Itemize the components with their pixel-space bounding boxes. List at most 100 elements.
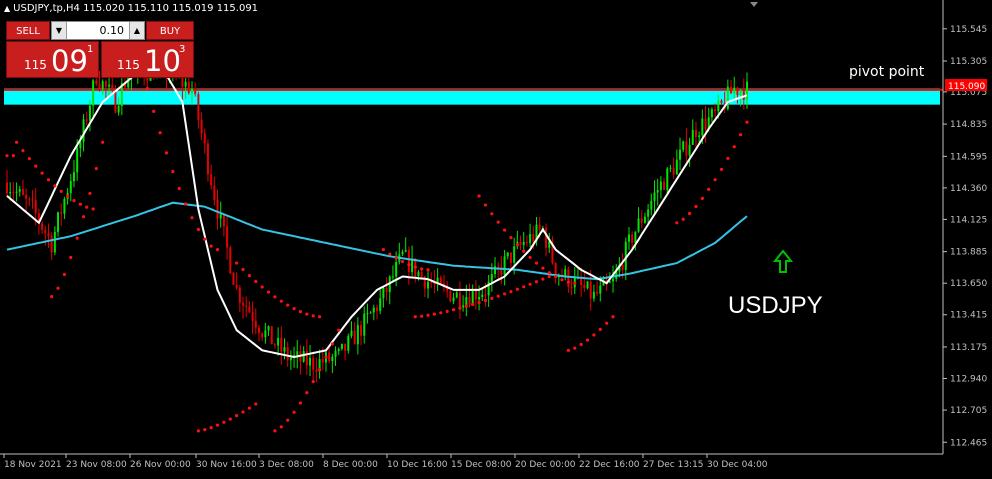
buy-button[interactable]: BUY [146, 21, 194, 40]
sar-dot [241, 410, 245, 414]
candle-body [484, 294, 487, 296]
sell-price-box[interactable]: 115 09 1 [6, 41, 99, 78]
sar-dot [11, 154, 15, 158]
sar-dot [496, 294, 500, 298]
sar-dot [317, 315, 322, 319]
sar-dot [726, 156, 730, 160]
candle-body [47, 233, 50, 237]
sar-dot [464, 304, 468, 308]
sar-dot [451, 308, 456, 312]
sar-dot [46, 178, 51, 182]
x-tick-label: 30 Dec 04:00 [707, 460, 768, 470]
sar-dot [152, 109, 156, 113]
sar-dot [515, 287, 519, 291]
candle-body [465, 297, 468, 306]
candle-body [637, 218, 640, 232]
candle-body [672, 167, 675, 175]
candle-body [34, 200, 37, 214]
resistance-zone-layer [4, 88, 943, 105]
candle-body [714, 109, 717, 112]
buy-price-box[interactable]: 115 10 3 [101, 41, 194, 78]
sar-dot [247, 406, 252, 410]
candle-body [439, 277, 442, 284]
candle-body [337, 348, 340, 351]
sar-dot [707, 187, 711, 192]
candle-body [69, 181, 72, 194]
triangle-icon[interactable]: ▲ [4, 4, 10, 13]
x-tick-label: 3 Dec 08:00 [259, 460, 314, 470]
candle-body [420, 271, 423, 277]
sar-dot [381, 248, 385, 252]
sar-dot [158, 131, 162, 135]
candle-body [146, 77, 149, 81]
volume-up-icon[interactable]: ▲ [129, 22, 144, 39]
candle-body [117, 105, 120, 113]
candle-body [360, 325, 363, 336]
sar-dot [254, 279, 258, 284]
candle-body [694, 129, 697, 138]
sar-dot [34, 164, 38, 168]
sar-dot [305, 312, 309, 316]
sar-dot [496, 220, 500, 224]
candle-body [251, 312, 254, 321]
sar-dot [279, 425, 283, 429]
sar-dot [554, 274, 558, 279]
sell-button[interactable]: SELL [6, 21, 50, 40]
sar-dot [534, 280, 539, 284]
sar-dot [298, 401, 303, 405]
candle-body [385, 287, 388, 292]
candle-body [452, 297, 455, 302]
candle-body [564, 269, 567, 277]
candle-body [691, 129, 694, 145]
volume-input[interactable]: 0.10 [68, 22, 128, 39]
sar-dot [72, 199, 76, 203]
candle-body [659, 181, 662, 191]
sar-dot [5, 154, 9, 158]
sar-dot [190, 216, 194, 220]
x-tick-label: 27 Dec 13:15 [643, 460, 704, 470]
candle-body [85, 119, 88, 121]
candle-body [273, 344, 276, 346]
candle-body [471, 290, 474, 305]
sar-dot [432, 312, 437, 316]
x-tick-label: 26 Nov 00:00 [130, 460, 191, 470]
candle-body [248, 306, 251, 313]
candle-body [28, 198, 31, 200]
volume-stepper[interactable]: ▼ 0.10 ▲ [51, 21, 145, 40]
sar-dot [75, 236, 79, 240]
candle-body [296, 351, 299, 356]
candle-body [455, 292, 458, 298]
x-tick-label: 8 Dec 00:00 [323, 460, 378, 470]
candle-body [213, 185, 216, 200]
sar-dot [286, 303, 290, 307]
candle-body [286, 347, 289, 361]
candle-body [92, 80, 95, 106]
volume-down-icon[interactable]: ▼ [52, 22, 67, 39]
sar-dot [203, 237, 207, 241]
sar-dot [528, 255, 532, 260]
candle-body [583, 285, 586, 289]
sar-dot [215, 423, 220, 427]
sar-dot [266, 290, 271, 294]
sar-dot [687, 211, 692, 216]
sar-dot [471, 302, 475, 307]
sar-dot [573, 346, 577, 350]
candle-body [730, 86, 733, 94]
candle-body [289, 357, 292, 361]
candle-body [95, 80, 98, 85]
x-tick-label: 20 Dec 00:00 [515, 460, 576, 470]
candle-body [478, 296, 481, 300]
sell-price-prefix: 115 [24, 58, 47, 72]
sar-dot [254, 402, 258, 406]
x-tick-label: 18 Nov 2021 [4, 460, 62, 470]
buy-price-sup: 3 [179, 44, 186, 55]
candle-body [704, 118, 707, 130]
candle-body [264, 330, 267, 338]
x-tick-label: 22 Dec 16:00 [579, 460, 640, 470]
sar-dot [241, 267, 245, 272]
sar-dot [739, 133, 743, 137]
candle-body [76, 147, 79, 173]
sar-dot [222, 420, 226, 424]
candle-body [407, 250, 410, 273]
sar-dot [311, 380, 315, 384]
